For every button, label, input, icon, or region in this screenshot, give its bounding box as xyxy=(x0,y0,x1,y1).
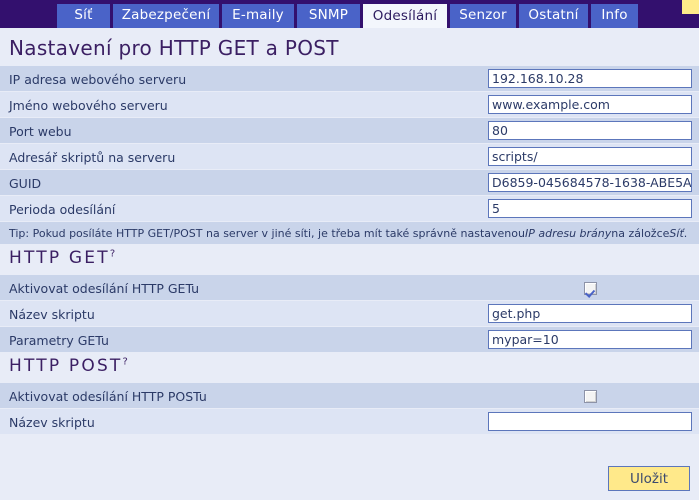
settings-row: Aktivovat odesílání HTTP GETu xyxy=(0,275,699,301)
tip-prefix: Tip: Pokud posíláte HTTP GET/POST na ser… xyxy=(9,226,525,240)
checkbox-cell xyxy=(488,383,692,409)
tip-emphasis-network-tab: Síť xyxy=(669,226,684,240)
tab-snmp[interactable]: SNMP xyxy=(297,4,360,28)
row-label: Perioda odesílání xyxy=(9,201,116,217)
row-label: Název skriptu xyxy=(9,306,95,322)
row-label: Název skriptu xyxy=(9,414,95,430)
text-input[interactable]: 192.168.10.28 xyxy=(488,69,692,88)
tab-bar: Síť Zabezpečení E-maily SNMP Odesílání Senzor… xyxy=(0,0,699,30)
settings-row: Název skriptu xyxy=(0,409,699,435)
tip-middle: na záložce xyxy=(611,226,670,240)
section-title-http-post: HTTP POST? xyxy=(9,356,128,376)
section-title-text: HTTP POST xyxy=(9,356,123,376)
section-title-text: HTTP GET xyxy=(9,248,110,268)
text-input[interactable]: 5 xyxy=(488,199,692,218)
tip-emphasis-gateway: IP adresu brány xyxy=(524,226,612,240)
settings-row: Jméno webového serveru www.example.com xyxy=(0,92,699,118)
http-post-rows: Aktivovat odesílání HTTP POSTu Název skri… xyxy=(0,383,699,435)
settings-row: IP adresa webového serveru 192.168.10.28 xyxy=(0,66,699,92)
checkbox-cell xyxy=(488,275,692,301)
section-title-http-get: HTTP GET? xyxy=(9,248,115,268)
tab-s[interactable]: Síť xyxy=(57,4,110,28)
row-label: Adresář skriptů na serveru xyxy=(9,149,176,165)
text-input[interactable]: D6859-045684578-1638-ABE5A381 xyxy=(488,173,692,192)
settings-row: GUID D6859-045684578-1638-ABE5A381 xyxy=(0,170,699,196)
text-input[interactable]: www.example.com xyxy=(488,95,692,114)
corner-flag-icon xyxy=(682,0,699,14)
settings-row: Perioda odesílání 5 xyxy=(0,196,699,222)
checkbox-toggle[interactable] xyxy=(583,281,597,295)
settings-row: Název skriptu get.php xyxy=(0,301,699,327)
row-label: Aktivovat odesílání HTTP GETu xyxy=(9,280,200,296)
save-button[interactable]: Uložit xyxy=(608,466,690,491)
section-header-http-get: HTTP GET? xyxy=(0,245,699,275)
settings-row: Adresář skriptů na serveru scripts/ xyxy=(0,144,699,170)
checkbox-toggle[interactable] xyxy=(583,389,597,403)
row-label: GUID xyxy=(9,175,42,191)
help-icon-http-get[interactable]: ? xyxy=(110,248,115,259)
row-label: IP adresa webového serveru xyxy=(9,71,187,87)
text-input[interactable]: 80 xyxy=(488,121,692,140)
main-settings-rows: IP adresa webového serveru 192.168.10.28 J… xyxy=(0,66,699,222)
row-label: Jméno webového serveru xyxy=(9,97,168,113)
tip-row: Tip: Pokud posíláte HTTP GET/POST na ser… xyxy=(0,222,699,245)
tab-odes-l-n[interactable]: Odesílání xyxy=(363,4,447,30)
row-label: Aktivovat odesílání HTTP POSTu xyxy=(9,388,207,404)
row-label: Port webu xyxy=(9,123,72,139)
text-input[interactable] xyxy=(488,412,692,431)
tip-text: Tip: Pokud posíláte HTTP GET/POST na ser… xyxy=(9,222,687,244)
settings-area: IP adresa webového serveru 192.168.10.28 J… xyxy=(0,66,699,435)
tab-ostatn[interactable]: Ostatní xyxy=(519,4,588,28)
help-icon-http-post[interactable]: ? xyxy=(123,356,128,367)
tip-suffix: . xyxy=(683,226,688,240)
page-title: Nastavení pro HTTP GET a POST xyxy=(9,36,339,60)
settings-row: Port webu 80 xyxy=(0,118,699,144)
tab-e-maily[interactable]: E-maily xyxy=(222,4,294,28)
settings-row: Aktivovat odesílání HTTP POSTu xyxy=(0,383,699,409)
text-input[interactable]: get.php xyxy=(488,304,692,323)
row-label: Parametry GETu xyxy=(9,332,109,348)
text-input[interactable]: scripts/ xyxy=(488,147,692,166)
app-root: Síť Zabezpečení E-maily SNMP Odesílání Senzor… xyxy=(0,0,699,500)
text-input[interactable]: mypar=10 xyxy=(488,330,692,349)
page-body: Nastavení pro HTTP GET a POST IP adresa … xyxy=(0,28,699,500)
tab-info[interactable]: Info xyxy=(591,4,638,28)
footer-bar: Uložit xyxy=(0,458,699,500)
http-get-rows: Aktivovat odesílání HTTP GETu Název skrip… xyxy=(0,275,699,353)
tab-senzor[interactable]: Senzor xyxy=(450,4,516,28)
tab-zabezpe-en[interactable]: Zabezpečení xyxy=(113,4,219,28)
section-header-http-post: HTTP POST? xyxy=(0,353,699,383)
settings-row: Parametry GETu mypar=10 xyxy=(0,327,699,353)
